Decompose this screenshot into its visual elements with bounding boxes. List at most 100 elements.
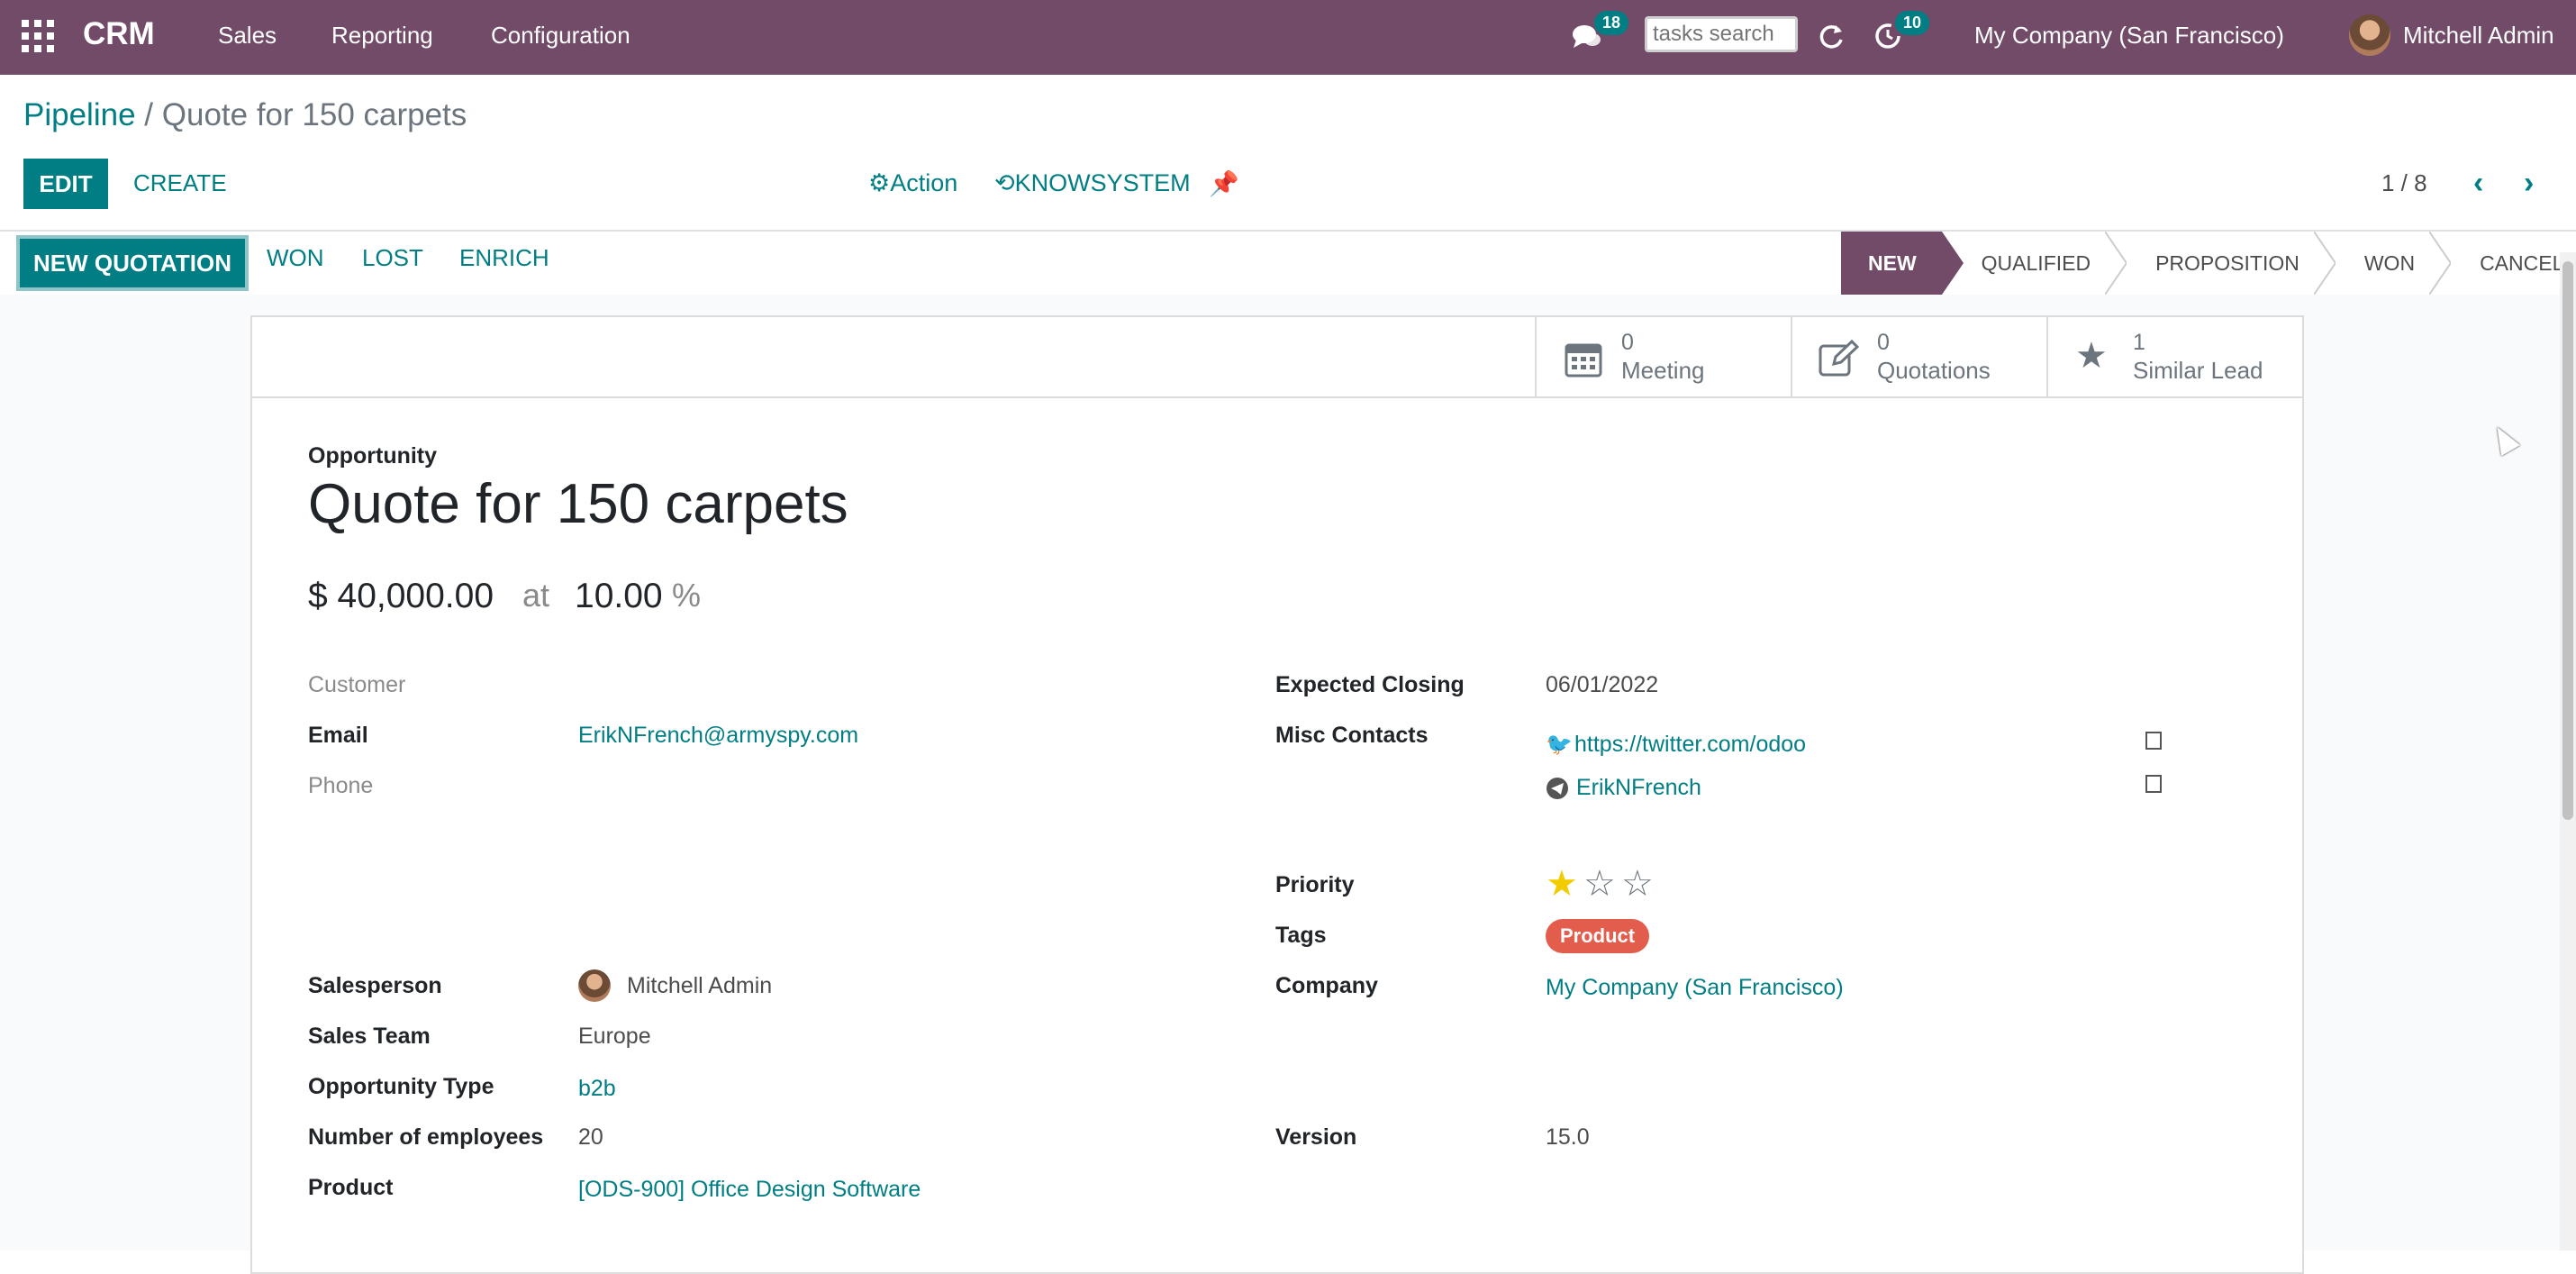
quotations-label: Quotations: [1877, 357, 1991, 384]
activities-badge: 10: [1895, 11, 1930, 35]
pin-icon[interactable]: 📌: [1209, 169, 1239, 198]
opportunity-type-heading: Opportunity: [308, 443, 438, 469]
revenue-at-label: at: [522, 577, 550, 614]
product-label: Product: [308, 1175, 394, 1200]
copy-telegram-icon[interactable]: [2145, 775, 2162, 793]
pager-previous-icon[interactable]: ‹: [2473, 166, 2483, 201]
opportunity-name: Quote for 150 carpets: [308, 473, 848, 535]
company-label: Company: [1275, 973, 1378, 998]
product-value[interactable]: [ODS-900] Office Design Software: [578, 1177, 921, 1203]
new-quotation-button[interactable]: NEW QUOTATION: [20, 239, 245, 287]
messages-badge: 18: [1594, 11, 1629, 35]
menu-sales[interactable]: Sales: [218, 22, 277, 50]
stage-pipeline: NEW QUALIFIED PROPOSITION WON CANCELLED: [1841, 232, 2576, 295]
similar-lead-smart-button[interactable]: ★ 1 Similar Lead: [2046, 317, 2304, 396]
meeting-count: 0: [1621, 330, 1634, 355]
edit-icon: [1819, 339, 1859, 377]
sales-team-label: Sales Team: [308, 1024, 431, 1049]
pager-next-icon[interactable]: ›: [2524, 166, 2534, 201]
action-menu[interactable]: ⚙Action: [868, 169, 957, 197]
meeting-label: Meeting: [1621, 357, 1705, 384]
percent-sign: %: [672, 577, 702, 614]
priority-star-icon[interactable]: ☆: [1621, 863, 1654, 905]
tasks-search-input[interactable]: [1645, 16, 1798, 52]
stage-won[interactable]: WON: [2325, 232, 2452, 295]
smart-button-box: 0 Meeting 0 Quotations ★ 1 Similar Lead: [252, 317, 2302, 398]
menu-reporting[interactable]: Reporting: [331, 22, 433, 50]
calendar-icon: [1565, 343, 1602, 378]
stage-qualified[interactable]: QUALIFIED: [1942, 232, 2127, 295]
star-icon: ★: [2075, 336, 2108, 376]
create-button[interactable]: CREATE: [133, 169, 227, 197]
expected-closing-value: 06/01/2022: [1546, 672, 1659, 697]
copy-twitter-icon[interactable]: [2145, 732, 2162, 750]
app-brand[interactable]: CRM: [83, 16, 155, 52]
meeting-smart-button[interactable]: 0 Meeting: [1535, 317, 1792, 396]
stage-proposition-label: PROPOSITION: [2155, 250, 2299, 275]
breadcrumb: Pipeline / Quote for 150 carpets: [23, 97, 467, 133]
won-button[interactable]: WON: [267, 244, 324, 272]
stage-won-label: WON: [2363, 250, 2416, 275]
user-avatar: [2349, 14, 2390, 56]
similar-lead-count: 1: [2133, 330, 2145, 355]
sales-team-value[interactable]: Europe: [578, 1024, 651, 1050]
tags-label: Tags: [1275, 923, 1327, 948]
version-label: Version: [1275, 1124, 1357, 1150]
email-label: Email: [308, 723, 368, 748]
expected-revenue: $ 40,000.00: [308, 577, 494, 615]
priority-star-icon[interactable]: ★: [1546, 863, 1578, 905]
quotations-smart-button[interactable]: 0 Quotations: [1791, 317, 2048, 396]
expected-closing-label: Expected Closing: [1275, 672, 1465, 697]
gear-icon: ⚙: [868, 169, 891, 196]
breadcrumb-pipeline[interactable]: Pipeline: [23, 97, 136, 132]
top-navbar: CRM Sales Reporting Configuration 18 10 …: [0, 0, 2576, 75]
email-value[interactable]: ErikNFrench@armyspy.com: [578, 723, 858, 749]
apps-menu-icon[interactable]: [22, 20, 54, 52]
lost-button[interactable]: LOST: [362, 244, 423, 272]
employees-value: 20: [578, 1124, 603, 1150]
probability-value: 10.00: [575, 577, 663, 615]
telegram-icon: [1547, 778, 1568, 799]
menu-configuration[interactable]: Configuration: [491, 22, 630, 50]
knowsystem-button[interactable]: ⟲KNOWSYSTEM: [994, 169, 1191, 197]
salesperson-avatar: [578, 969, 611, 1002]
twitter-icon: 🐦: [1546, 733, 1573, 757]
salesperson-label: Salesperson: [308, 973, 442, 998]
edit-button[interactable]: EDIT: [23, 159, 108, 209]
breadcrumb-current: Quote for 150 carpets: [161, 97, 467, 132]
similar-lead-label: Similar Lead: [2133, 357, 2263, 384]
knowsystem-icon: ⟲: [994, 169, 1015, 196]
form-statusbar: NEW QUOTATION WON LOST ENRICH NEW QUALIF…: [0, 230, 2576, 296]
user-menu[interactable]: Mitchell Admin: [2349, 0, 2574, 75]
twitter-link[interactable]: https://twitter.com/odoo: [1574, 732, 1806, 758]
tag-badge[interactable]: Product: [1546, 919, 1650, 953]
stage-new-label: NEW: [1868, 250, 1917, 275]
stage-new[interactable]: NEW: [1841, 232, 1964, 295]
refresh-icon[interactable]: [1816, 0, 1852, 75]
employees-label: Number of employees: [308, 1124, 544, 1150]
priority-star-icon[interactable]: ☆: [1583, 863, 1616, 905]
breadcrumb-separator: /: [144, 97, 154, 132]
priority-label: Priority: [1275, 872, 1355, 897]
quotations-count: 0: [1877, 330, 1890, 355]
stage-proposition[interactable]: PROPOSITION: [2116, 232, 2336, 295]
user-name: Mitchell Admin: [2403, 22, 2554, 49]
activities-menu[interactable]: 10: [1870, 0, 1933, 75]
company-value[interactable]: My Company (San Francisco): [1546, 975, 1844, 1001]
telegram-link[interactable]: ErikNFrench: [1576, 775, 1701, 801]
messages-menu[interactable]: 18: [1567, 0, 1630, 75]
scrollbar-thumb[interactable]: [2562, 261, 2573, 820]
stage-cancelled[interactable]: CANCELLED: [2440, 232, 2576, 295]
company-switcher[interactable]: My Company (San Francisco): [1974, 22, 2284, 50]
stage-qualified-label: QUALIFIED: [1981, 250, 2091, 275]
action-label: Action: [890, 169, 958, 196]
customer-label: Customer: [308, 672, 406, 697]
version-value: 15.0: [1546, 1124, 1590, 1150]
salesperson-value[interactable]: Mitchell Admin: [627, 973, 772, 999]
opportunity-type-value[interactable]: b2b: [578, 1076, 616, 1102]
pager-value[interactable]: 1 / 8: [2381, 169, 2427, 197]
knowsystem-label: KNOWSYSTEM: [1014, 169, 1191, 196]
misc-contacts-label: Misc Contacts: [1275, 723, 1429, 748]
enrich-button[interactable]: ENRICH: [459, 244, 549, 272]
opportunity-type-label: Opportunity Type: [308, 1074, 494, 1099]
